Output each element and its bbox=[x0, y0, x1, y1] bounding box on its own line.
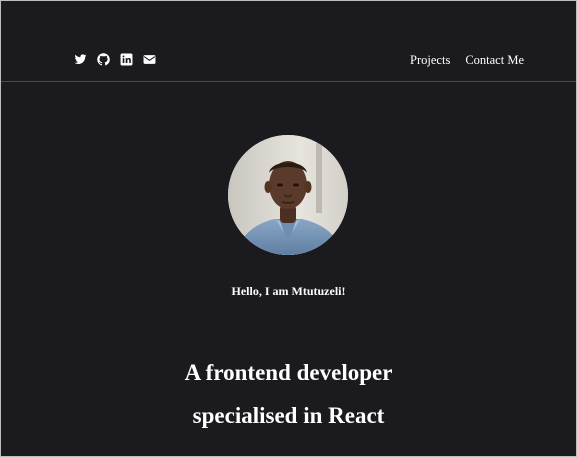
hero-headline: A frontend developer specialised in Reac… bbox=[0, 351, 577, 437]
hero-greeting: Hello, I am Mtutuzeli! bbox=[231, 284, 346, 298]
linkedin-icon bbox=[120, 53, 133, 66]
github-link[interactable] bbox=[97, 53, 110, 66]
twitter-link[interactable] bbox=[74, 53, 87, 66]
social-links bbox=[74, 53, 156, 66]
linkedin-link[interactable] bbox=[120, 53, 133, 66]
top-navbar: Projects Contact Me bbox=[0, 0, 577, 82]
nav-link-contact-me[interactable]: Contact Me bbox=[465, 53, 524, 68]
github-icon bbox=[97, 53, 110, 66]
envelope-icon bbox=[143, 55, 156, 64]
headline-line-2: specialised in React bbox=[192, 403, 385, 428]
portrait-image bbox=[228, 135, 348, 255]
email-link[interactable] bbox=[143, 53, 156, 66]
main-nav: Projects Contact Me bbox=[410, 53, 524, 68]
headline-line-1: A frontend developer bbox=[184, 360, 393, 385]
nav-link-projects[interactable]: Projects bbox=[410, 53, 450, 68]
twitter-icon bbox=[74, 54, 87, 64]
profile-photo bbox=[228, 135, 348, 255]
